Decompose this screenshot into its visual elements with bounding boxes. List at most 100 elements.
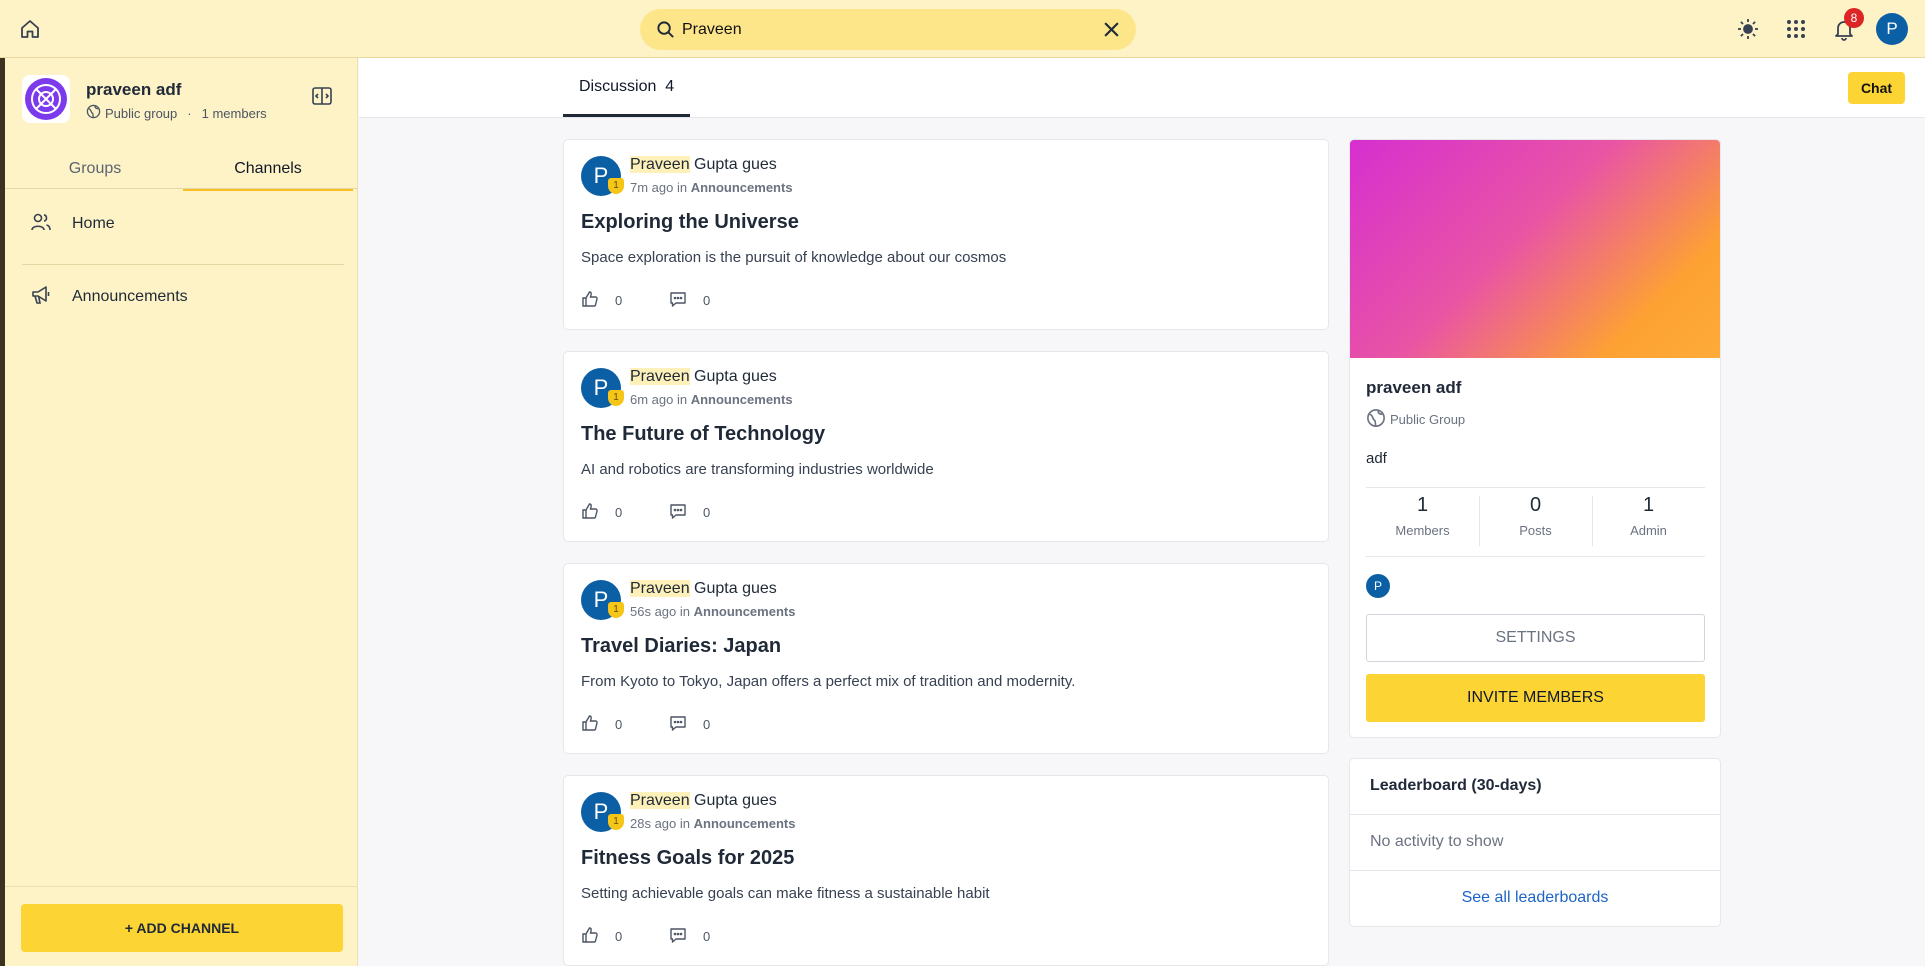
post-author[interactable]: Praveen Gupta gues [630, 368, 777, 386]
post-channel-link[interactable]: Announcements [694, 816, 796, 831]
sidebar-item-home[interactable]: Home [30, 209, 115, 239]
tab-discussion[interactable]: Discussion 4 [563, 58, 690, 117]
divider [5, 886, 358, 887]
thumbs-up-icon [581, 502, 599, 523]
post-body: From Kyoto to Tokyo, Japan offers a perf… [581, 673, 1076, 690]
chat-button[interactable]: Chat [1848, 72, 1905, 104]
close-icon[interactable] [1103, 21, 1120, 43]
post-meta: 6m ago in Announcements [630, 392, 793, 407]
settings-button[interactable]: SETTINGS [1366, 614, 1705, 662]
post-card[interactable]: P 1 Praveen Gupta gues 56s ago in Announ… [563, 563, 1329, 754]
stat-members: 1 Members [1366, 494, 1479, 538]
post-title[interactable]: Exploring the Universe [581, 211, 799, 234]
like-count: 0 [615, 929, 623, 944]
tab-channels[interactable]: Channels [183, 150, 353, 244]
post-channel-link[interactable]: Announcements [691, 180, 793, 195]
post-meta: 28s ago in Announcements [630, 816, 795, 831]
post-author[interactable]: Praveen Gupta gues [630, 580, 777, 598]
post-card[interactable]: P 1 Praveen Gupta gues 7m ago in Announc… [563, 139, 1329, 330]
add-channel-button[interactable]: + ADD CHANNEL [21, 904, 343, 952]
divider [1366, 487, 1705, 488]
user-avatar[interactable]: P [1876, 13, 1908, 45]
post-meta: 56s ago in Announcements [630, 604, 795, 619]
users-icon [30, 211, 52, 238]
post-title[interactable]: Fitness Goals for 2025 [581, 847, 794, 870]
thumbs-up-icon [581, 926, 599, 947]
stat-label: Posts [1519, 523, 1552, 538]
stat-label: Admin [1630, 523, 1667, 538]
active-tab-indicator [563, 114, 690, 117]
post-card[interactable]: P 1 Praveen Gupta gues 28s ago in Announ… [563, 775, 1329, 966]
post-title[interactable]: Travel Diaries: Japan [581, 635, 781, 658]
group-type-label: Public Group [1390, 412, 1466, 427]
sidebar: praveen adf Public group · 1 members Gro… [0, 58, 358, 966]
group-name: praveen adf [86, 80, 182, 99]
comment-button[interactable]: 0 [669, 926, 710, 947]
group-cover-image [1350, 140, 1720, 358]
group-members-count: 1 members [201, 105, 267, 121]
group-card-type: Public Group [1366, 408, 1465, 431]
level-badge: 1 [608, 178, 624, 194]
leaderboard-card: Leaderboard (30-days) No activity to sho… [1349, 758, 1721, 927]
like-count: 0 [615, 293, 623, 308]
top-bar: 8 P [0, 0, 1925, 58]
author-rest: Gupta gues [689, 368, 777, 385]
tab-discussion-label: Discussion 4 [579, 78, 674, 96]
leaderboard-empty-text: No activity to show [1370, 833, 1504, 850]
comment-button[interactable]: 0 [669, 290, 710, 311]
megaphone-icon [30, 284, 52, 311]
post-meta: 7m ago in Announcements [630, 180, 793, 195]
meta-in: in [673, 392, 691, 407]
see-all-leaderboards-link[interactable]: See all leaderboards [1350, 889, 1720, 907]
meta-separator: · [187, 105, 192, 121]
level-badge: 1 [608, 390, 624, 406]
search-highlight: Praveen [630, 580, 690, 597]
post-title[interactable]: The Future of Technology [581, 423, 825, 446]
divider [1350, 814, 1720, 815]
comment-button[interactable]: 0 [669, 502, 710, 523]
post-card[interactable]: P 1 Praveen Gupta gues 6m ago in Announc… [563, 351, 1329, 542]
divider [22, 264, 344, 265]
leaderboard-title: Leaderboard (30-days) [1370, 777, 1542, 794]
tab-count: 4 [665, 78, 675, 95]
stat-posts: 0 Posts [1479, 494, 1592, 538]
level-badge: 1 [608, 602, 624, 618]
thumbs-up-icon [581, 714, 599, 735]
group-logo-icon [22, 75, 70, 123]
like-button[interactable]: 0 [581, 502, 622, 523]
sidebar-item-announcements[interactable]: Announcements [30, 282, 188, 312]
thumbs-up-icon [581, 290, 599, 311]
collapse-sidebar-icon[interactable] [311, 85, 333, 112]
post-author[interactable]: Praveen Gupta gues [630, 792, 777, 810]
invite-members-button[interactable]: INVITE MEMBERS [1366, 674, 1705, 722]
search-highlight: Praveen [630, 792, 690, 809]
like-button[interactable]: 0 [581, 290, 622, 311]
post-author[interactable]: Praveen Gupta gues [630, 156, 777, 174]
like-button[interactable]: 0 [581, 714, 622, 735]
home-icon[interactable] [18, 17, 42, 41]
apps-grid-icon[interactable] [1784, 17, 1808, 41]
sun-icon[interactable] [1736, 17, 1760, 41]
author-rest: Gupta gues [689, 792, 777, 809]
comment-count: 0 [703, 505, 711, 520]
search-icon [656, 20, 675, 44]
member-avatar[interactable]: P [1366, 574, 1390, 598]
search-input[interactable] [682, 9, 1072, 50]
comment-button[interactable]: 0 [669, 714, 710, 735]
like-button[interactable]: 0 [581, 926, 622, 947]
like-count: 0 [615, 717, 623, 732]
meta-in: in [676, 816, 694, 831]
comment-icon [669, 926, 687, 947]
tab-groups-label: Groups [68, 160, 122, 177]
stat-label: Members [1395, 523, 1450, 538]
globe-icon [86, 104, 101, 122]
search-highlight: Praveen [630, 156, 690, 173]
comment-count: 0 [703, 293, 711, 308]
post-channel-link[interactable]: Announcements [691, 392, 793, 407]
comment-count: 0 [703, 929, 711, 944]
post-body: Setting achievable goals can make fitnes… [581, 885, 990, 902]
post-channel-link[interactable]: Announcements [694, 604, 796, 619]
post-time: 7m ago [630, 180, 674, 195]
search-bar [640, 9, 1136, 50]
post-time: 28s ago [630, 816, 677, 831]
